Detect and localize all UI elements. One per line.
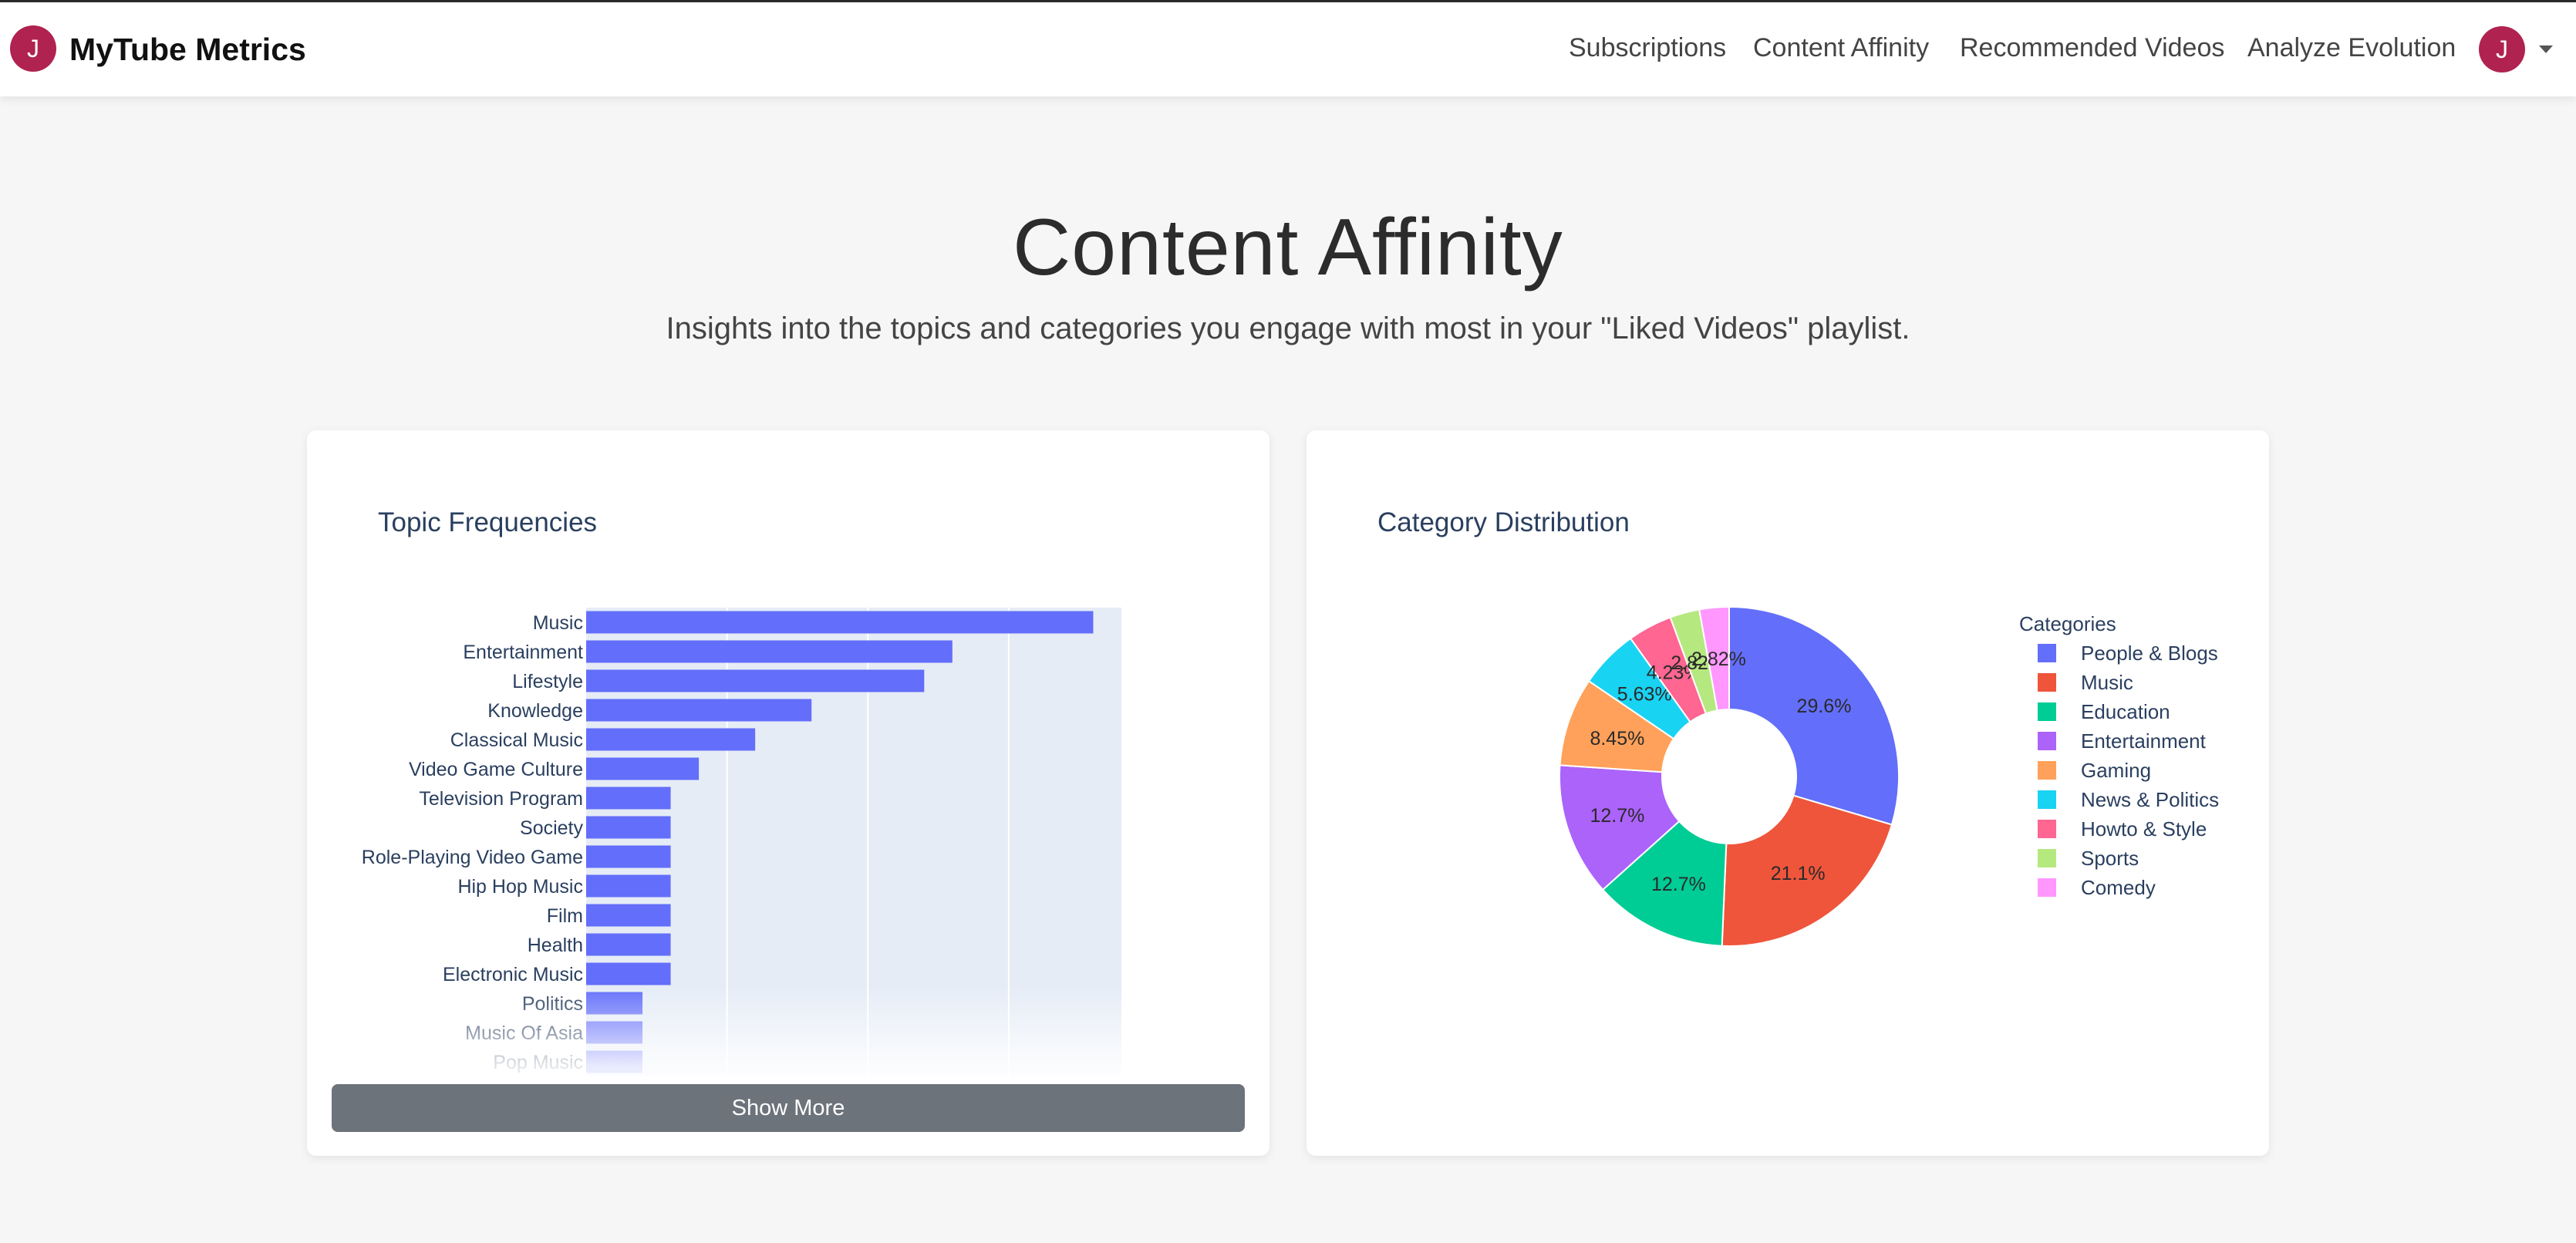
legend-label: Comedy: [2081, 876, 2156, 899]
tick-label: Music: [533, 612, 583, 634]
legend-swatch: [2038, 761, 2056, 780]
topic-frequencies-card: Topic Frequencies Music Entertainment Life…: [307, 430, 1269, 1156]
legend-label: Music: [2081, 671, 2133, 694]
legend-label: Gaming: [2081, 759, 2152, 782]
tick-label: Society: [520, 817, 583, 839]
tick-label: Role-Playing Video Game: [362, 847, 583, 868]
show-more-button[interactable]: Show More: [332, 1084, 1245, 1132]
bar[interactable]: [586, 757, 700, 780]
navbar: J MyTube Metrics Subscriptions Content A…: [0, 2, 2576, 96]
bar[interactable]: [586, 787, 671, 810]
legend-swatch: [2038, 702, 2056, 721]
nav-subscriptions[interactable]: Subscriptions: [1569, 33, 1726, 63]
bar[interactable]: [586, 728, 756, 751]
nav-content-affinity[interactable]: Content Affinity: [1753, 33, 1929, 63]
bar[interactable]: [586, 611, 1094, 634]
tick-label: Film: [547, 905, 583, 927]
pie-data-label: 12.7%: [1651, 874, 1706, 895]
bar[interactable]: [586, 845, 671, 868]
bar[interactable]: [586, 816, 671, 839]
bar[interactable]: [586, 669, 925, 692]
bar[interactable]: [586, 933, 671, 956]
brand-avatar[interactable]: J: [10, 25, 56, 72]
tick-label: Video Game Culture: [409, 759, 583, 780]
pie-data-label: 2.82%: [1691, 648, 1746, 670]
bar[interactable]: [586, 904, 671, 927]
chevron-down-icon[interactable]: [2539, 45, 2553, 53]
bar[interactable]: [586, 640, 953, 663]
legend-title: Categories: [2019, 612, 2116, 635]
legend-swatch: [2038, 732, 2056, 750]
page-title: Content Affinity: [1013, 203, 1563, 292]
page-subtitle: Insights into the topics and categories …: [666, 312, 1910, 345]
legend-swatch: [2038, 878, 2056, 897]
pie-data-label: 12.7%: [1590, 805, 1644, 827]
legend-swatch: [2038, 849, 2056, 867]
tick-label: Entertainment: [463, 642, 583, 663]
bar[interactable]: [586, 699, 812, 722]
nav-analyze-evolution[interactable]: Analyze Evolution: [2247, 33, 2456, 63]
pie-data-label: 5.63%: [1617, 684, 1672, 706]
tick-label: Television Program: [419, 788, 583, 810]
tick-label: Classical Music: [450, 729, 583, 751]
legend-label: Howto & Style: [2081, 817, 2207, 840]
legend-swatch: [2038, 673, 2056, 692]
bar[interactable]: [586, 962, 671, 985]
legend-swatch: [2038, 820, 2056, 838]
legend-label: Entertainment: [2081, 729, 2206, 753]
tick-label: Health: [528, 935, 583, 956]
tick-label: Lifestyle: [512, 671, 583, 692]
category-distribution-card: Category Distribution 29.6% 21.1% 12.7% 12.…: [1307, 430, 2269, 1156]
nav-recommended-videos[interactable]: Recommended Videos: [1960, 33, 2224, 63]
pie-data-label: 21.1%: [1771, 863, 1826, 884]
user-avatar[interactable]: J: [2479, 26, 2525, 72]
tick-label: Electronic Music: [443, 964, 583, 985]
tick-label: Hip Hop Music: [457, 876, 583, 898]
legend-label: Sports: [2081, 847, 2139, 870]
bar[interactable]: [586, 874, 671, 898]
legend-label: Education: [2081, 700, 2170, 723]
legend-label: People & Blogs: [2081, 642, 2218, 665]
pie-data-label: 29.6%: [1797, 696, 1852, 717]
tick-label: Knowledge: [487, 700, 583, 722]
brand-name[interactable]: MyTube Metrics: [69, 32, 306, 68]
pie-data-label: 8.45%: [1590, 728, 1644, 750]
legend-swatch: [2038, 644, 2056, 662]
legend-label: News & Politics: [2081, 788, 2220, 811]
legend-swatch: [2038, 790, 2056, 809]
category-distribution-chart: 29.6%21.1%12.7%12.7%8.45%5.63%4.23%2.82%…: [1559, 605, 1900, 947]
